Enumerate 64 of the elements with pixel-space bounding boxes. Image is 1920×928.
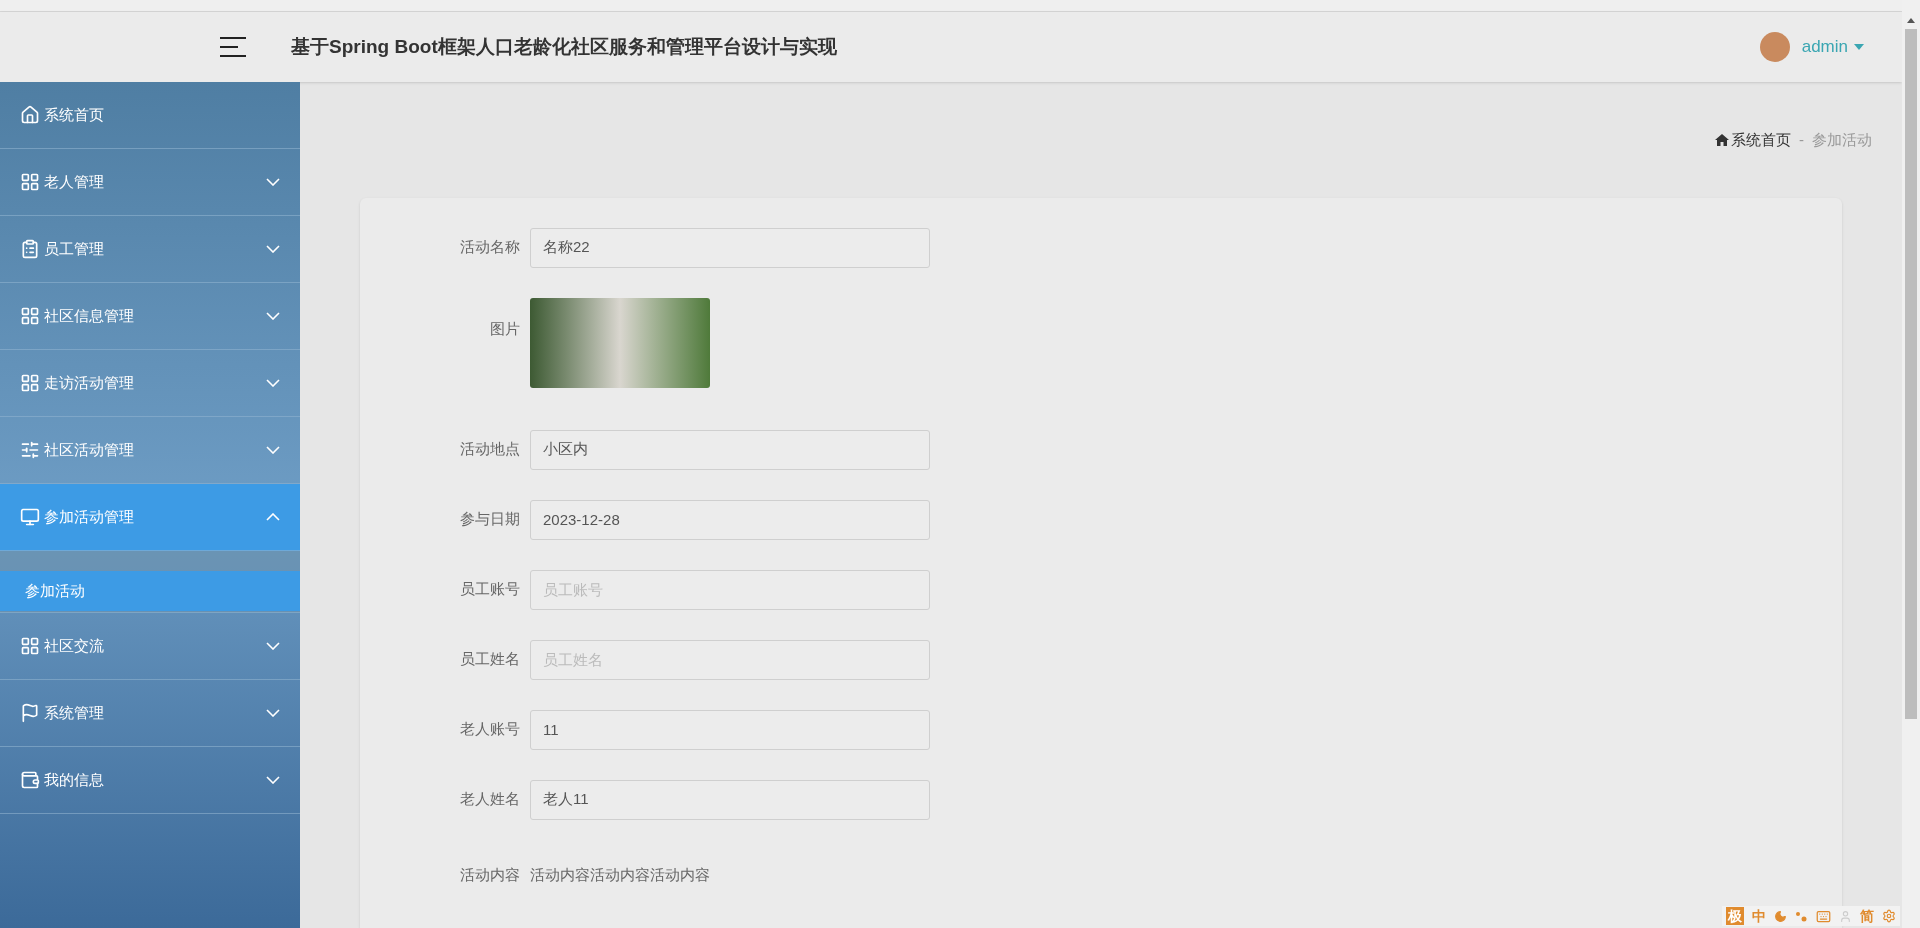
- input-field[interactable]: 老人11: [530, 779, 930, 820]
- clipboard-icon: [20, 239, 40, 259]
- input-field[interactable]: 2023-12-28: [530, 499, 930, 540]
- grid-icon: [20, 636, 40, 656]
- field-label: 活动内容: [459, 864, 521, 885]
- sidebar-item[interactable]: 我的信息: [0, 747, 300, 814]
- caret-icon: [1854, 44, 1864, 50]
- grid-icon: [20, 306, 40, 326]
- field-label: 活动地点: [459, 439, 521, 460]
- field-label: 图片: [489, 318, 521, 339]
- sidebar-item[interactable]: 系统首页: [0, 82, 300, 149]
- sidebar-label: 我的信息: [44, 769, 105, 790]
- field-label: 员工账号: [459, 579, 521, 600]
- avatar: [1759, 32, 1790, 62]
- sidebar-item[interactable]: 参加活动管理: [0, 484, 300, 551]
- sidebar-label: 员工管理: [44, 238, 105, 259]
- breadcrumb-link[interactable]: 系统首页: [1731, 129, 1791, 152]
- keyboard-icon[interactable]: [1816, 908, 1831, 924]
- sidebar-label: 参加活动管理: [44, 506, 135, 527]
- breadcrumb-current: 参加活动: [1812, 130, 1872, 150]
- app-title: 基于Spring Boot框架人口老龄化社区服务和管理平台设计与实现: [291, 34, 837, 59]
- sidebar-label: 社区交流: [44, 635, 105, 656]
- field-label: 老人账号: [459, 719, 521, 740]
- sidebar-item[interactable]: 走访活动管理: [0, 350, 300, 417]
- punctuation-icon[interactable]: [1795, 909, 1808, 923]
- breadcrumb-separator: -: [1799, 130, 1804, 150]
- ime-mode-button[interactable]: 极: [1726, 907, 1744, 925]
- grid-icon: [20, 172, 40, 192]
- sidebar-label: 社区活动管理: [44, 439, 135, 460]
- home-icon: [1715, 134, 1729, 147]
- settings-icon[interactable]: [1882, 909, 1896, 923]
- ime-script-button[interactable]: 简: [1860, 905, 1874, 927]
- sidebar-label: 系统管理: [44, 702, 105, 723]
- field-label: 参与日期: [459, 509, 521, 530]
- user-icon[interactable]: [1839, 909, 1852, 923]
- ime-language-button[interactable]: 中: [1752, 905, 1766, 927]
- sidebar-item[interactable]: 社区信息管理: [0, 283, 300, 350]
- flag-icon: [20, 703, 40, 723]
- sidebar-item[interactable]: 员工管理: [0, 216, 300, 283]
- monitor-icon: [20, 507, 40, 527]
- submenu-item[interactable]: 参加活动: [0, 571, 300, 611]
- field-label: 活动名称: [459, 237, 521, 258]
- sidebar-label: 系统首页: [44, 104, 105, 125]
- input-field[interactable]: 小区内: [530, 429, 930, 470]
- sliders-icon: [20, 440, 40, 460]
- sidebar-label: 社区信息管理: [44, 305, 135, 326]
- field-value: 活动内容活动内容活动内容: [530, 864, 710, 885]
- sidebar-item[interactable]: 老人管理: [0, 149, 300, 216]
- sidebar-item[interactable]: 社区交流: [0, 613, 300, 680]
- field-label: 员工姓名: [459, 649, 521, 670]
- sidebar-item[interactable]: 系统管理: [0, 680, 300, 747]
- input-field[interactable]: 名称22: [530, 227, 930, 268]
- scroll-up-icon[interactable]: [1907, 18, 1915, 23]
- home-icon: [20, 105, 40, 125]
- sidebar-label: 走访活动管理: [44, 372, 135, 393]
- menu-icon[interactable]: [220, 36, 246, 58]
- moon-icon[interactable]: [1774, 909, 1787, 923]
- grid-icon: [20, 373, 40, 393]
- user-menu[interactable]: admin: [1801, 34, 1848, 60]
- card-icon: [20, 770, 40, 790]
- scroll-thumb[interactable]: [1905, 29, 1917, 719]
- input-field[interactable]: 11: [530, 709, 930, 750]
- sidebar-label: 老人管理: [44, 171, 105, 192]
- field-label: 老人姓名: [459, 789, 521, 810]
